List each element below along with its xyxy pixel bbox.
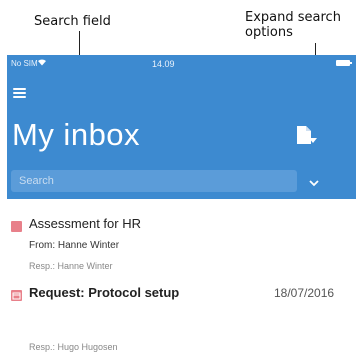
page-title: My inbox <box>12 117 141 152</box>
item-resp: Resp.: Hugo Hugosen <box>29 342 118 352</box>
search-input[interactable] <box>11 170 297 192</box>
expand-search-callout: Expand search options <box>245 10 341 40</box>
expand-search-options-icon[interactable] <box>307 175 323 189</box>
calendar-icon <box>11 288 22 301</box>
item-from: From: Hanne Winter <box>29 240 120 251</box>
inbox-header: No SIM 14.09 My inbox <box>7 55 356 199</box>
search-field[interactable] <box>11 170 297 192</box>
carrier-label: No SIM <box>11 59 38 68</box>
task-icon <box>11 219 22 232</box>
wifi-icon <box>37 58 47 68</box>
battery-icon <box>336 60 352 66</box>
search-field-callout: Search field <box>34 14 111 29</box>
item-date: 18/07/2016 <box>274 286 335 300</box>
item-title: Request: Protocol setup <box>29 285 180 300</box>
item-title: Assessment for HR <box>29 216 141 231</box>
item-resp: Resp.: Hanne Winter <box>29 261 113 271</box>
list-item[interactable]: Assessment for HR From: Hanne Winter Res… <box>7 199 356 279</box>
chevron-down-icon[interactable] <box>309 130 317 148</box>
status-bar: No SIM 14.09 <box>7 55 356 71</box>
list-item[interactable]: Request: Protocol setup 18/07/2016 Resp.… <box>7 279 356 357</box>
menu-icon[interactable] <box>13 88 26 98</box>
mobile-app-screen: No SIM 14.09 My inbox Search Assessment … <box>7 55 356 357</box>
status-time: 14.09 <box>152 59 175 69</box>
